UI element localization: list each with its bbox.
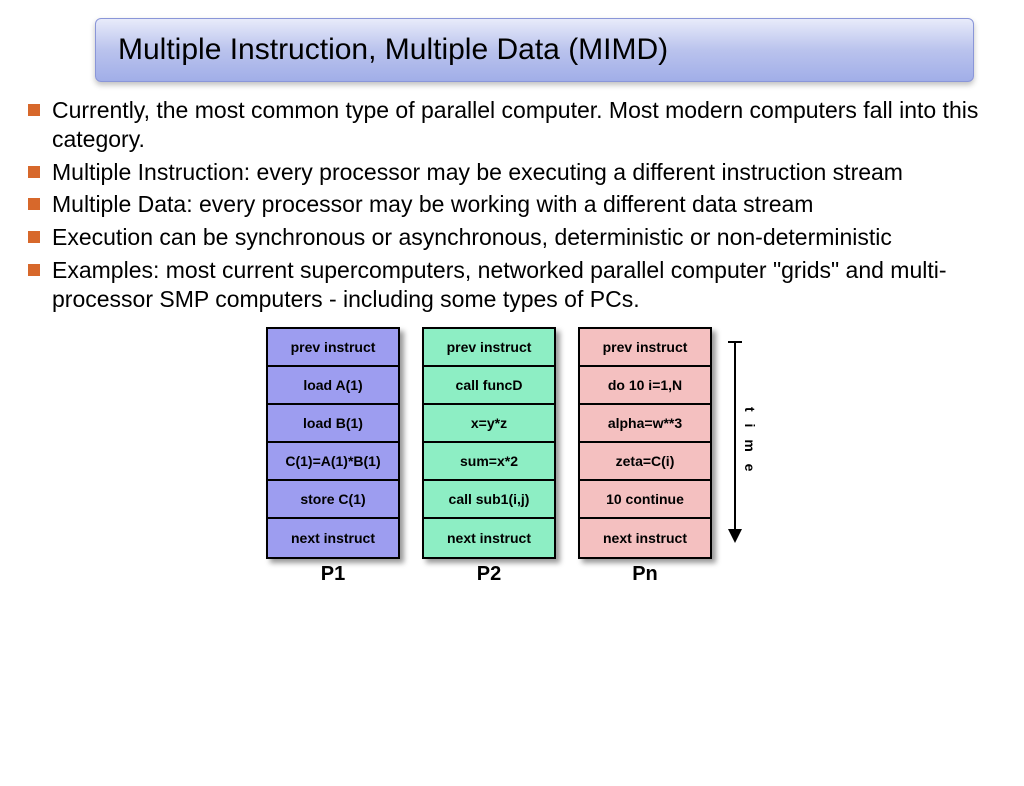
processor-p1: prev instruct load A(1) load B(1) C(1)=A… bbox=[266, 327, 400, 586]
instruction-cell: load A(1) bbox=[268, 367, 398, 405]
bullet-text: Multiple Instruction: every processor ma… bbox=[52, 158, 996, 187]
instruction-cell: prev instruct bbox=[580, 329, 710, 367]
instruction-cell: do 10 i=1,N bbox=[580, 367, 710, 405]
bullet-icon bbox=[28, 166, 40, 178]
instruction-cell: next instruct bbox=[580, 519, 710, 557]
bullet-item: Multiple Data: every processor may be wo… bbox=[28, 190, 996, 219]
processor-p2: prev instruct call funcD x=y*z sum=x*2 c… bbox=[422, 327, 556, 586]
bullet-text: Multiple Data: every processor may be wo… bbox=[52, 190, 996, 219]
instruction-cell: x=y*z bbox=[424, 405, 554, 443]
instruction-stack: prev instruct do 10 i=1,N alpha=w**3 zet… bbox=[578, 327, 712, 559]
mimd-diagram: prev instruct load A(1) load B(1) C(1)=A… bbox=[0, 327, 1024, 586]
bullet-icon bbox=[28, 198, 40, 210]
arrow-line-icon bbox=[734, 341, 736, 541]
processor-label: Pn bbox=[632, 563, 658, 586]
bullet-icon bbox=[28, 264, 40, 276]
instruction-stack: prev instruct load A(1) load B(1) C(1)=A… bbox=[266, 327, 400, 559]
processor-label: P1 bbox=[321, 563, 345, 586]
time-axis: t i m e bbox=[734, 327, 758, 555]
bullet-icon bbox=[28, 104, 40, 116]
bullet-item: Currently, the most common type of paral… bbox=[28, 96, 996, 154]
bullet-list: Currently, the most common type of paral… bbox=[28, 96, 996, 313]
bullet-icon bbox=[28, 231, 40, 243]
bullet-text: Examples: most current supercomputers, n… bbox=[52, 256, 996, 314]
instruction-cell: prev instruct bbox=[268, 329, 398, 367]
instruction-cell: zeta=C(i) bbox=[580, 443, 710, 481]
bullet-text: Execution can be synchronous or asynchro… bbox=[52, 223, 996, 252]
processor-label: P2 bbox=[477, 563, 501, 586]
instruction-cell: call funcD bbox=[424, 367, 554, 405]
time-label: t i m e bbox=[742, 407, 758, 475]
instruction-cell: next instruct bbox=[268, 519, 398, 557]
instruction-cell: next instruct bbox=[424, 519, 554, 557]
arrow-head-icon bbox=[728, 529, 742, 543]
instruction-cell: prev instruct bbox=[424, 329, 554, 367]
bullet-item: Execution can be synchronous or asynchro… bbox=[28, 223, 996, 252]
bullet-item: Examples: most current supercomputers, n… bbox=[28, 256, 996, 314]
instruction-cell: call sub1(i,j) bbox=[424, 481, 554, 519]
instruction-cell: load B(1) bbox=[268, 405, 398, 443]
instruction-stack: prev instruct call funcD x=y*z sum=x*2 c… bbox=[422, 327, 556, 559]
bullet-text: Currently, the most common type of paral… bbox=[52, 96, 996, 154]
processor-pn: prev instruct do 10 i=1,N alpha=w**3 zet… bbox=[578, 327, 712, 586]
instruction-cell: alpha=w**3 bbox=[580, 405, 710, 443]
instruction-cell: C(1)=A(1)*B(1) bbox=[268, 443, 398, 481]
instruction-cell: sum=x*2 bbox=[424, 443, 554, 481]
instruction-cell: store C(1) bbox=[268, 481, 398, 519]
bullet-item: Multiple Instruction: every processor ma… bbox=[28, 158, 996, 187]
slide-title: Multiple Instruction, Multiple Data (MIM… bbox=[95, 18, 974, 82]
instruction-cell: 10 continue bbox=[580, 481, 710, 519]
